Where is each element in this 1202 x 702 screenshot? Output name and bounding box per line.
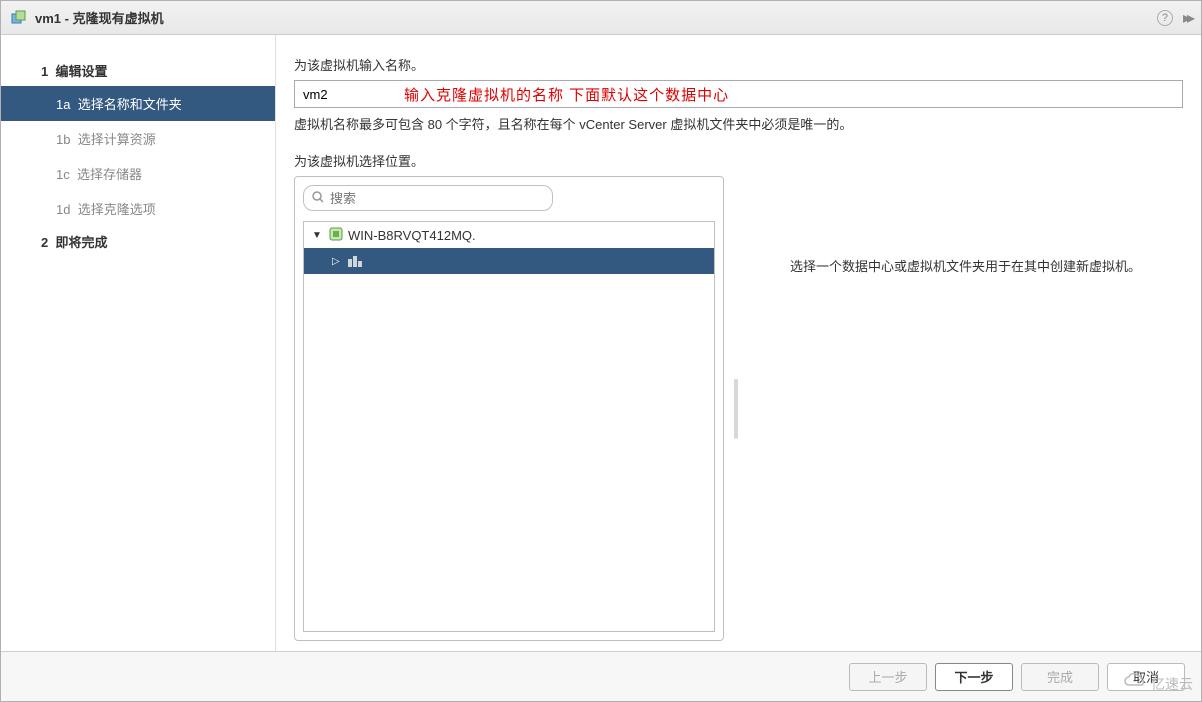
titlebar-right: ? ▸▸ <box>1157 8 1191 28</box>
vm-clone-icon <box>11 10 27 26</box>
divider-handle-icon <box>734 379 738 439</box>
step-1c[interactable]: 1c 选择存储器 <box>1 156 275 191</box>
next-button[interactable]: 下一步 <box>935 663 1013 691</box>
vm-name-input[interactable] <box>294 80 1183 108</box>
chevron-down-icon[interactable]: ▼ <box>312 230 324 241</box>
tree-child-row[interactable]: ▷ <box>304 248 714 274</box>
step-header-1: 1 编辑设置 <box>1 55 275 86</box>
tree-panel: ▼ WIN-B8RVQT412MQ. ▷ <box>294 176 724 641</box>
step-header-2: 2 即将完成 <box>1 226 275 257</box>
tree-root-label: WIN-B8RVQT412MQ. <box>348 228 476 243</box>
back-button[interactable]: 上一步 <box>849 663 927 691</box>
dialog-body: 1 编辑设置 1a 选择名称和文件夹 1b 选择计算资源 1c 选择存储器 1d… <box>1 35 1201 651</box>
titlebar: vm1 - 克隆现有虚拟机 ? ▸▸ <box>1 1 1201 35</box>
dialog-footer: 上一步 下一步 完成 取消 <box>1 651 1201 701</box>
cloud-icon <box>1123 672 1147 695</box>
name-row: 输入克隆虚拟机的名称 下面默认这个数据中心 <box>294 80 1183 108</box>
name-label: 为该虚拟机输入名称。 <box>294 55 1183 74</box>
location-label: 为该虚拟机选择位置。 <box>294 151 1183 170</box>
clone-vm-dialog: vm1 - 克隆现有虚拟机 ? ▸▸ 1 编辑设置 1a 选择名称和文件夹 1b… <box>0 0 1202 702</box>
watermark-text: 亿速云 <box>1151 674 1193 694</box>
datacenter-icon <box>348 255 362 267</box>
step-1d[interactable]: 1d 选择克隆选项 <box>1 191 275 226</box>
dialog-title: vm1 - 克隆现有虚拟机 <box>35 8 164 27</box>
watermark: 亿速云 <box>1123 672 1193 695</box>
info-text: 选择一个数据中心或虚拟机文件夹用于在其中创建新虚拟机。 <box>790 256 1141 275</box>
location-tree: ▼ WIN-B8RVQT412MQ. ▷ <box>303 221 715 632</box>
vertical-divider[interactable] <box>734 176 738 641</box>
info-panel: 选择一个数据中心或虚拟机文件夹用于在其中创建新虚拟机。 <box>748 176 1183 641</box>
titlebar-left: vm1 - 克隆现有虚拟机 <box>11 8 164 27</box>
step-1a[interactable]: 1a 选择名称和文件夹 <box>1 86 275 121</box>
wizard-main: 为该虚拟机输入名称。 输入克隆虚拟机的名称 下面默认这个数据中心 虚拟机名称最多… <box>276 35 1201 651</box>
location-row: ▼ WIN-B8RVQT412MQ. ▷ <box>294 176 1183 641</box>
expand-icon[interactable]: ▸▸ <box>1183 8 1191 28</box>
chevron-right-icon[interactable]: ▷ <box>332 256 344 267</box>
finish-button[interactable]: 完成 <box>1021 663 1099 691</box>
help-icon[interactable]: ? <box>1157 10 1173 26</box>
search-input[interactable] <box>330 191 544 206</box>
vcenter-icon <box>328 226 344 245</box>
wizard-sidebar: 1 编辑设置 1a 选择名称和文件夹 1b 选择计算资源 1c 选择存储器 1d… <box>1 35 276 651</box>
search-icon <box>312 191 324 206</box>
search-box[interactable] <box>303 185 553 211</box>
tree-root-row[interactable]: ▼ WIN-B8RVQT412MQ. <box>304 222 714 248</box>
name-hint: 虚拟机名称最多可包含 80 个字符，且名称在每个 vCenter Server … <box>294 114 1183 133</box>
step-1b[interactable]: 1b 选择计算资源 <box>1 121 275 156</box>
